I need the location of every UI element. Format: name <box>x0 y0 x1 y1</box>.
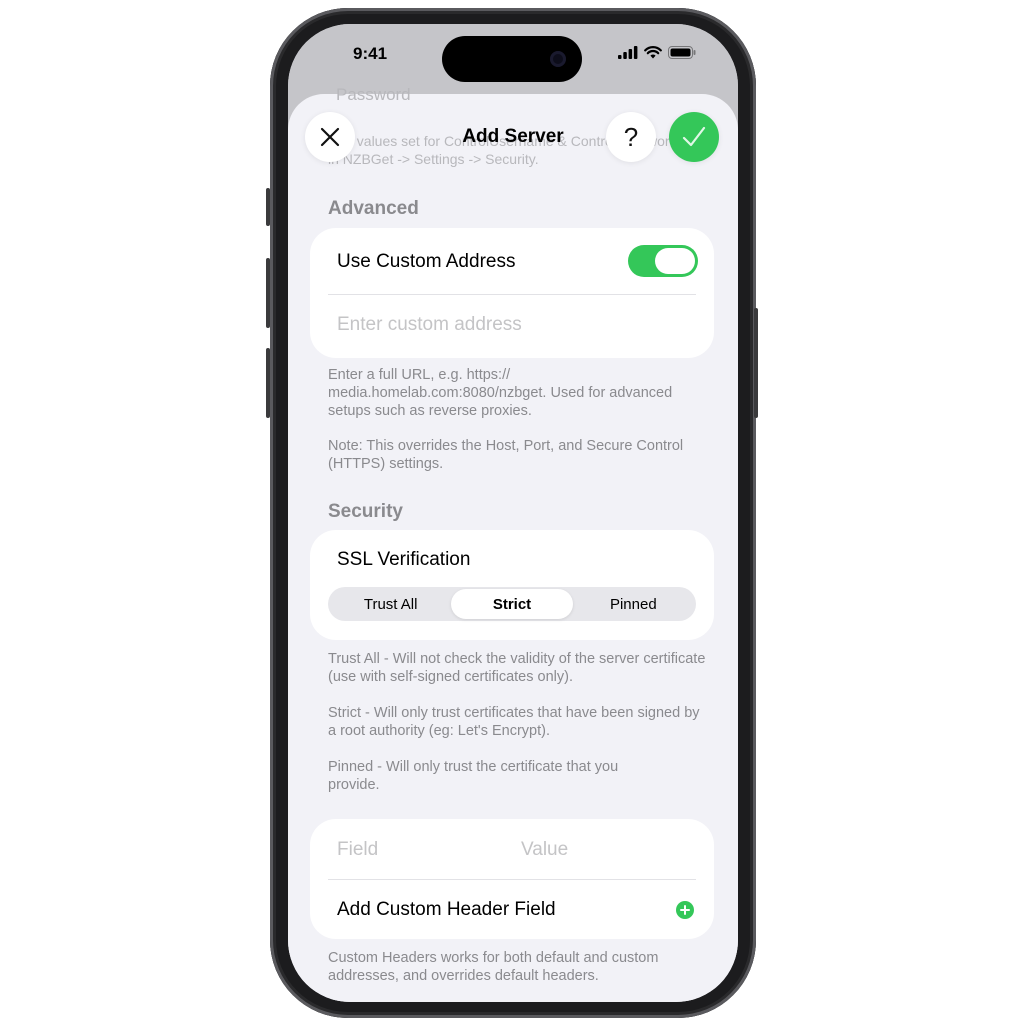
use-custom-address-toggle[interactable] <box>628 245 698 277</box>
pinned-note: Pinned - Will only trust the certificate… <box>328 759 619 793</box>
power-button <box>754 308 758 418</box>
dynamic-island <box>442 36 582 82</box>
status-icons <box>618 46 696 59</box>
use-custom-address-label: Use Custom Address <box>337 251 516 272</box>
battery-icon <box>668 46 696 59</box>
custom-headers-footnote: Custom Headers works for both default an… <box>328 950 659 984</box>
ssl-verification-label: SSL Verification <box>337 549 471 570</box>
security-section-header: Security <box>328 501 403 522</box>
ssl-verification-segmented-control[interactable]: Trust All Strict Pinned <box>328 587 696 621</box>
status-time: 9:41 <box>353 44 388 63</box>
segment-strict[interactable]: Strict <box>451 589 573 619</box>
volume-down-button <box>266 348 270 418</box>
segment-trust-all[interactable]: Trust All <box>330 589 451 619</box>
volume-up-button <box>266 258 270 328</box>
confirm-button[interactable] <box>669 112 719 162</box>
action-button <box>266 188 270 226</box>
trust-all-note: Trust All - Will not check the validity … <box>328 651 706 685</box>
custom-address-override-note: Note: This overrides the Host, Port, and… <box>328 438 684 472</box>
add-custom-header-label[interactable]: Add Custom Header Field <box>337 899 556 921</box>
checkmark-icon <box>682 126 706 147</box>
header-value-input[interactable] <box>521 835 691 865</box>
custom-headers-card: Add Custom Header Field <box>310 819 714 939</box>
screen: 9:41 Password Use values set for Control… <box>288 24 738 1002</box>
question-mark-icon: ? <box>623 121 639 152</box>
toggle-knob <box>655 248 695 274</box>
custom-address-input[interactable] <box>337 310 677 340</box>
cellular-signal-icon <box>618 46 638 59</box>
divider <box>328 294 696 295</box>
segment-pinned[interactable]: Pinned <box>573 589 694 619</box>
camera-icon <box>550 51 566 67</box>
add-server-sheet: Password Use values set for ControlUsern… <box>288 86 738 1002</box>
help-button[interactable]: ? <box>606 112 656 162</box>
header-field-input[interactable] <box>337 835 507 865</box>
add-header-button[interactable] <box>676 901 694 919</box>
custom-address-footnote: Enter a full URL, e.g. https:// media.ho… <box>328 367 673 419</box>
advanced-section-header: Advanced <box>328 198 419 219</box>
security-card: SSL Verification Trust All Strict Pinned <box>310 530 714 640</box>
ghost-password-label: Password <box>336 85 411 104</box>
advanced-card: Use Custom Address <box>310 228 714 358</box>
wifi-icon <box>644 46 662 59</box>
strict-note: Strict - Will only trust certificates th… <box>328 705 700 739</box>
divider <box>328 879 696 880</box>
plus-icon <box>680 905 690 915</box>
